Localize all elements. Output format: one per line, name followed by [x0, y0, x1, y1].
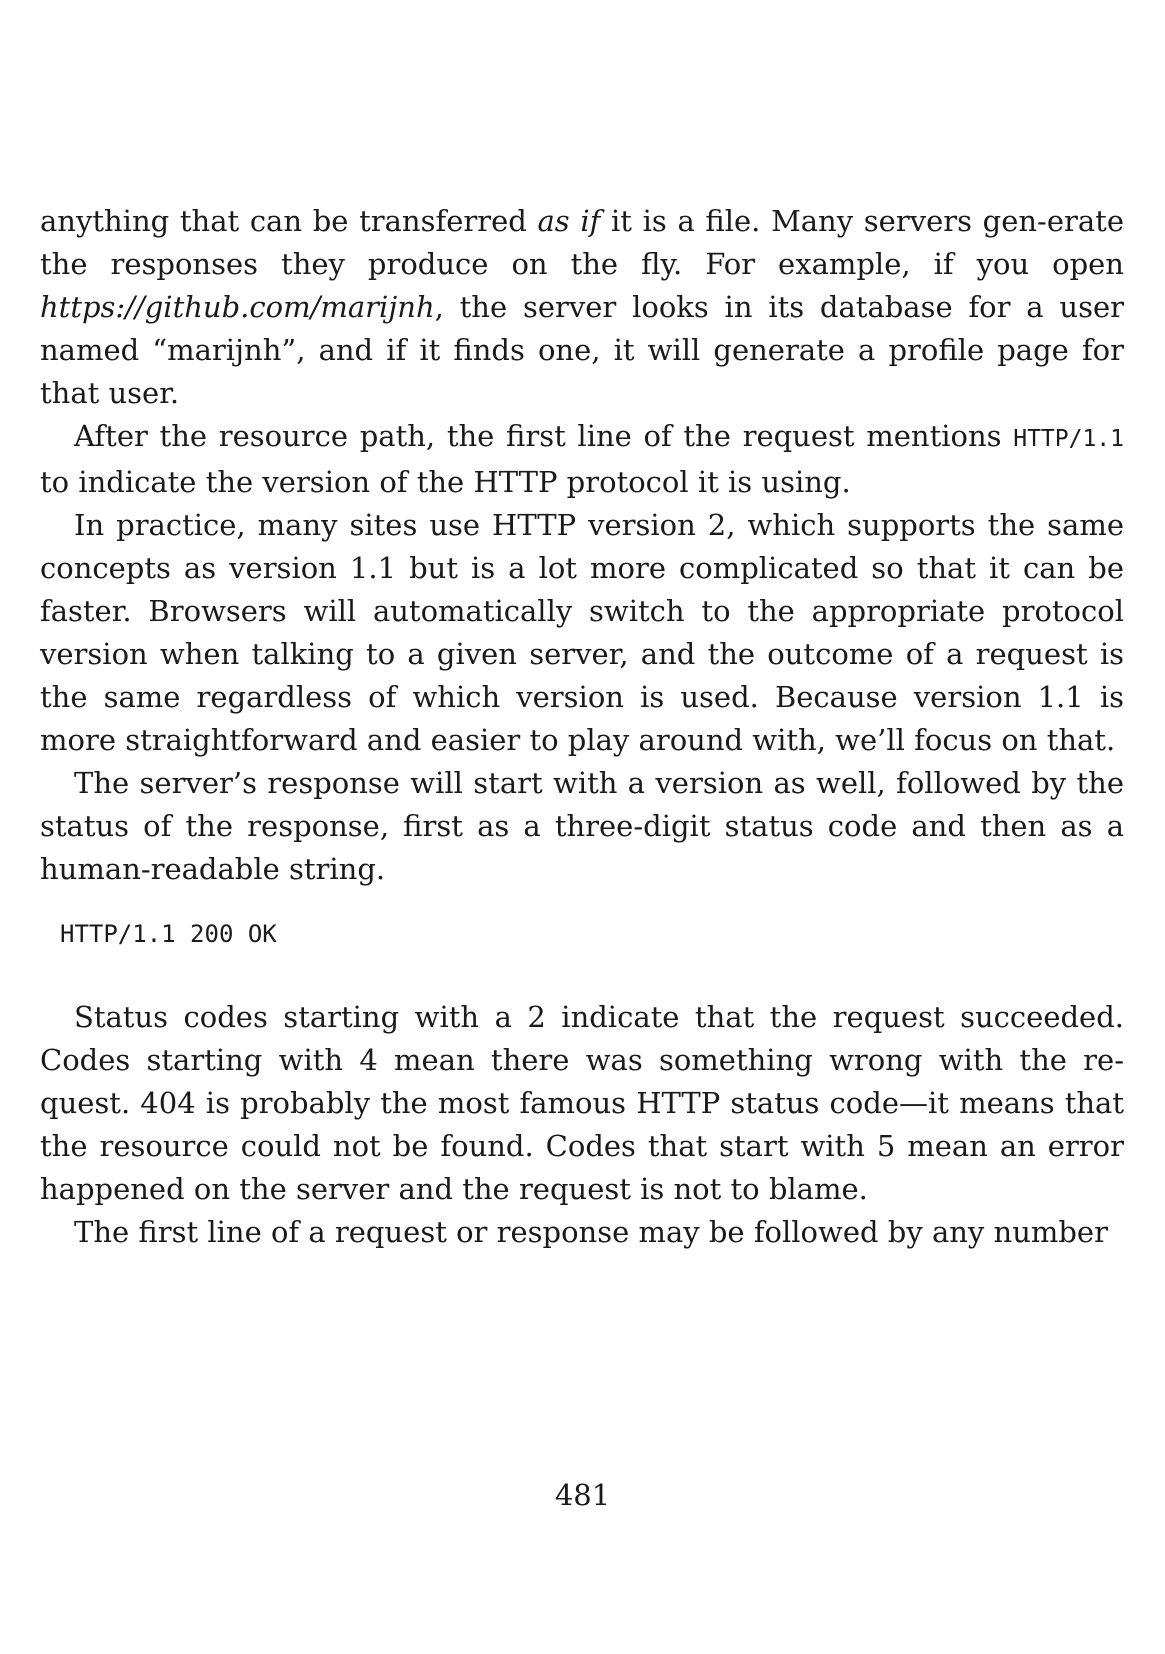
body-text: anything that can be transferred as if i…: [40, 200, 1124, 1254]
paragraph-1: anything that can be transferred as if i…: [40, 200, 1124, 415]
code-block: HTTP/1.1 200 OK: [60, 920, 277, 948]
url-emphasis: https://github.com/marijnh: [40, 290, 435, 324]
book-page: anything that can be transferred as if i…: [0, 0, 1165, 1654]
text-run: to indicate the version of the HTTP prot…: [40, 465, 851, 499]
text-run: anything that can be transferred: [40, 204, 538, 238]
paragraph-4: The server’s response will start with a …: [40, 766, 1124, 886]
paragraph-6: The first line of a request or response …: [74, 1215, 1108, 1249]
emphasis: as if: [537, 204, 601, 238]
text-run: After the resource path, the first line …: [74, 419, 1014, 453]
paragraph-2: After the resource path, the first line …: [40, 415, 1124, 504]
paragraph-5: Status codes starting with a 2 indicate …: [40, 1000, 1124, 1206]
page-number: 481: [554, 1478, 611, 1512]
inline-code: HTTP/1.1: [1013, 426, 1124, 452]
paragraph-3: In practice, many sites use HTTP version…: [40, 508, 1124, 757]
